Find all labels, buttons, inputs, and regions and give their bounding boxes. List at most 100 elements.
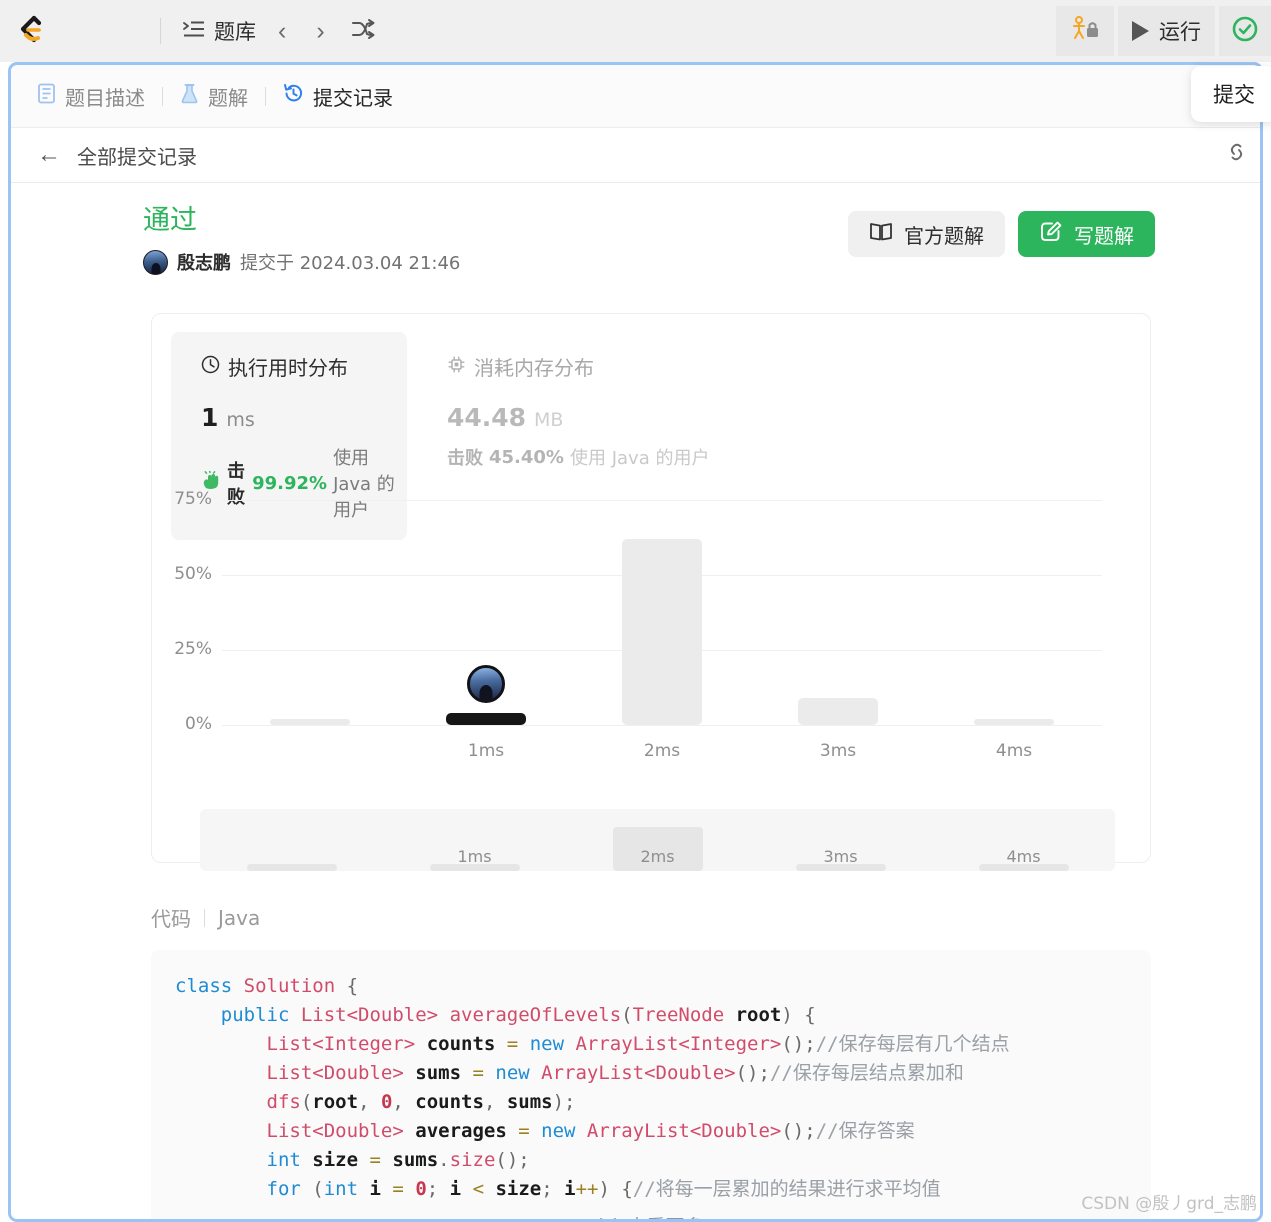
minimap-x-label: 1ms [457,847,492,866]
code-token: //保存答案 [815,1120,915,1142]
problemset-nav-item[interactable]: 题库 [183,16,256,46]
play-icon [1132,21,1149,41]
run-button[interactable]: 运行 [1118,6,1215,56]
nav-divider [160,18,161,44]
submission-detail: 通过 殷志鹏 提交于 2024.03.04 21:46 官方题解 写题解 执行用… [11,207,1260,1219]
code-token: { [335,975,359,997]
topnav-right-actions: 运行 [1056,0,1271,62]
chart-bar[interactable] [622,539,702,725]
code-token: Solution [243,975,336,997]
code-token: . [438,1149,450,1171]
chip-icon [447,355,466,379]
code-token: sums [392,1149,439,1171]
code-token: sums [415,1062,462,1084]
prev-problem-icon[interactable]: ‹ [270,18,294,44]
run-label: 运行 [1159,20,1201,44]
official-solution-button[interactable]: 官方题解 [848,211,1005,257]
code-token: List<Double> [300,1004,439,1026]
y-tick-label: 75% [174,489,212,509]
memory-value: 44.48 [447,403,527,432]
view-more-button[interactable]: 查看更多 [151,1212,1151,1219]
code-token: ArrayList<Double> [586,1120,782,1142]
submit-tooltip-pill[interactable]: 提交 [1191,66,1271,122]
submissions-subheader: ← 全部提交记录 [11,128,1260,183]
tab-separator [265,86,266,106]
problemset-label: 题库 [214,20,256,44]
code-token: //保存每层有几个结点 [815,1033,1010,1055]
next-problem-icon[interactable]: › [308,18,332,44]
code-token: new [529,1033,576,1055]
code-section-header: 代码 Java [151,903,1260,932]
memory-beat-suffix: 使用 Java 的用户 [569,448,710,469]
tab-separator [162,86,163,106]
code-token: , [483,1091,507,1113]
memory-beat-row: 击败 45.40% 使用 Java 的用户 [447,444,747,470]
chart-bar[interactable] [270,719,350,725]
y-tick-label: 25% [174,639,212,659]
debug-lock-button[interactable] [1056,6,1114,56]
code-token: i [369,1178,381,1200]
x-tick-label: 2ms [643,741,681,761]
tab-solutions[interactable]: 题解 [180,82,248,111]
back-arrow-icon[interactable]: ← [37,143,61,167]
shuffle-icon[interactable] [351,18,377,45]
y-tick-label: 50% [174,564,212,584]
submit-button[interactable] [1219,6,1271,56]
code-token: averageOfLevels [449,1004,622,1026]
history-icon [283,83,304,109]
submitted-at: 提交于 2024.03.04 21:46 [240,253,461,274]
avatar[interactable] [467,665,505,703]
memory-value-row: 44.48 MB [447,403,747,432]
code-token: = [369,1149,381,1171]
code-token: new [541,1120,587,1142]
code-header-separator [204,908,205,927]
edit-icon [1039,220,1063,248]
leetcode-logo[interactable] [0,14,60,48]
code-token: root [312,1091,359,1113]
tab-submissions[interactable]: 提交记录 [283,82,393,111]
code-token: size [449,1149,496,1171]
code-token: = [392,1178,404,1200]
clock-icon [201,355,220,379]
runtime-distribution-chart: 0% 25% 50% 75% 1ms 2ms 3ms 4ms [152,479,1152,779]
main-panel: 题目描述 题解 提交记录 ← 全部提交记录 通过 殷志鹏 提交于 2024.03… [8,62,1263,1222]
write-solution-button[interactable]: 写题解 [1018,211,1155,257]
code-token: new [495,1062,542,1084]
code-section-label: 代码 [151,907,191,931]
code-token: (); [495,1149,530,1171]
code-token: sums [506,1091,553,1113]
code-token: ( [621,1004,633,1026]
tab-problem-description[interactable]: 题目描述 [37,82,145,111]
code-token: root [735,1004,782,1026]
runtime-unit: ms [226,409,255,431]
code-token: = [506,1033,519,1055]
chart-range-slider[interactable]: 1ms 2ms 3ms 4ms [200,809,1115,871]
chart-bar[interactable] [974,719,1054,725]
debug-lock-icon [1070,15,1100,48]
code-token: ) { [598,1178,633,1200]
runtime-value-row: 1 ms [201,403,407,432]
submitter-name[interactable]: 殷志鹏 [177,249,231,275]
cloud-upload-icon [1231,15,1259,48]
code-token: TreeNode [632,1004,725,1026]
minimap-x-label: 4ms [1006,847,1041,866]
memory-unit: MB [534,409,564,431]
submission-result-row: 通过 殷志鹏 提交于 2024.03.04 21:46 官方题解 写题解 [143,207,1155,287]
code-token: public [220,1004,301,1026]
avatar[interactable] [143,249,168,275]
runtime-stat-title: 执行用时分布 [228,356,348,380]
code-block[interactable]: class Solution { public List<Double> ave… [151,950,1151,1219]
chart-bar[interactable] [798,698,878,725]
code-token: , [358,1091,381,1113]
code-token: ++ [575,1178,599,1200]
chart-bar[interactable] [446,713,526,725]
subheader-title: 全部提交记录 [77,144,197,169]
link-icon[interactable] [1224,140,1250,169]
